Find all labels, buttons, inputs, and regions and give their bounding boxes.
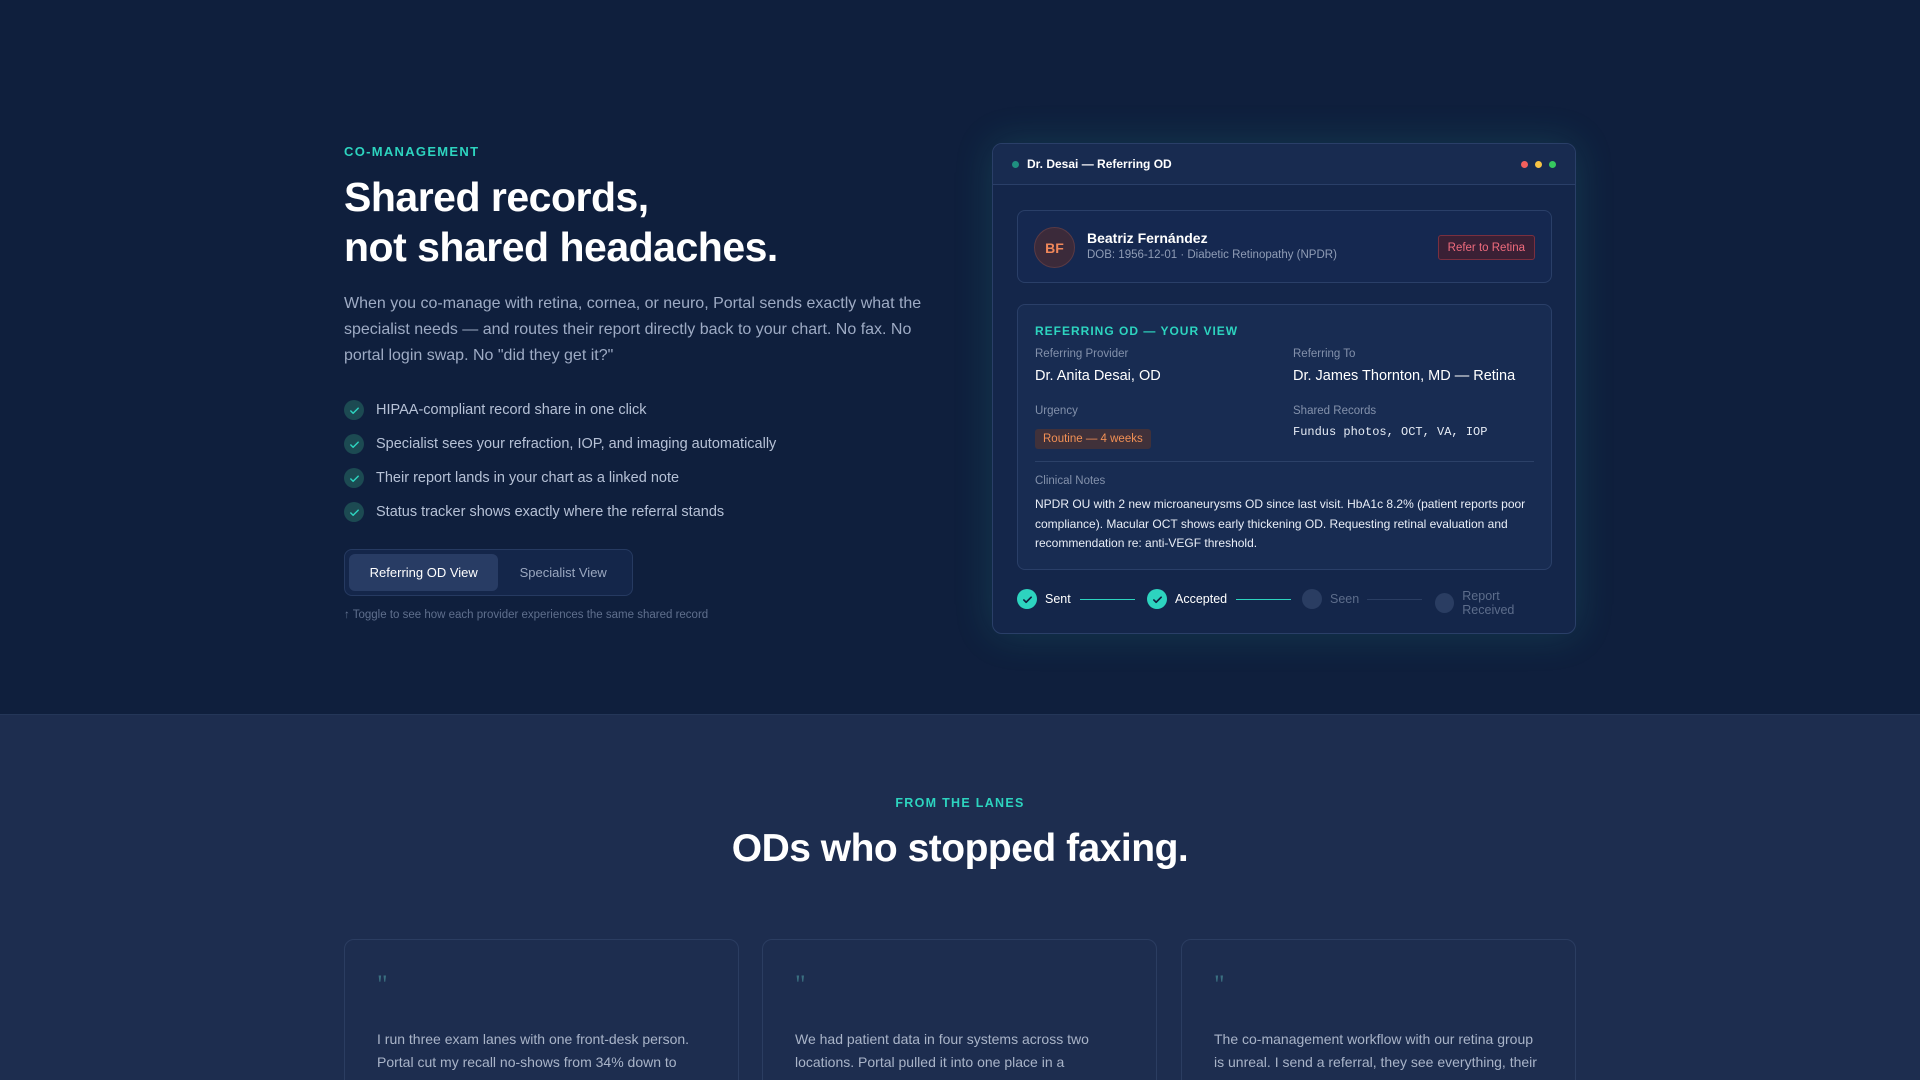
check-circle-icon bbox=[1017, 589, 1037, 609]
card-titlebar: Dr. Desai — Referring OD bbox=[993, 144, 1575, 185]
card-window-title: Dr. Desai — Referring OD bbox=[1027, 157, 1172, 171]
checklist-item: Status tracker shows exactly where the r… bbox=[344, 495, 776, 529]
tracker-step-seen: Seen bbox=[1302, 589, 1359, 609]
section-eyebrow: CO-MANAGEMENT bbox=[344, 144, 480, 159]
clinical-notes-label: Clinical Notes bbox=[1035, 475, 1106, 487]
check-icon bbox=[344, 400, 364, 420]
urgency-badge: Routine — 4 weeks bbox=[1035, 429, 1151, 449]
tracker-step-label: Sent bbox=[1045, 592, 1071, 606]
patient-meta: DOB: 1956-12-01 · Diabetic Retinopathy (… bbox=[1087, 249, 1337, 261]
checklist-item: HIPAA-compliant record share in one clic… bbox=[344, 393, 776, 427]
check-circle-icon bbox=[1147, 589, 1167, 609]
check-icon bbox=[344, 434, 364, 454]
tracker-connector bbox=[1080, 599, 1135, 600]
checklist-text: HIPAA-compliant record share in one clic… bbox=[376, 402, 647, 418]
testimonials-section: FROM THE LANES ODs who stopped faxing. "… bbox=[0, 714, 1920, 1080]
checklist-text: Status tracker shows exactly where the r… bbox=[376, 504, 725, 520]
shared-records-label: Shared Records bbox=[1293, 405, 1377, 417]
testimonial-text: We had patient data in four systems acro… bbox=[795, 1031, 1123, 1080]
headline-line-2: not shared headaches. bbox=[344, 224, 778, 270]
testimonial-text: The co-management workflow with our reti… bbox=[1214, 1031, 1537, 1080]
shared-records-value: Fundus photos, OCT, VA, IOP bbox=[1293, 425, 1488, 439]
referring-od-view-button[interactable]: Referring OD View bbox=[349, 554, 499, 591]
headline-line-1: Shared records, bbox=[344, 174, 649, 220]
referring-to-value: Dr. James Thornton, MD — Retina bbox=[1293, 368, 1516, 384]
referring-to-label: Referring To bbox=[1293, 348, 1356, 360]
check-icon bbox=[344, 468, 364, 488]
pending-circle-icon bbox=[1302, 589, 1322, 609]
minimize-dot-icon bbox=[1535, 160, 1542, 168]
referring-view-panel: REFERRING OD — YOUR VIEW Referring Provi… bbox=[1017, 304, 1552, 570]
testimonials-headline: ODs who stopped faxing. bbox=[731, 827, 1189, 870]
quote-icon: " bbox=[795, 970, 806, 999]
tracker-step-label: Report Received bbox=[1462, 589, 1515, 617]
patient-avatar: BF bbox=[1034, 227, 1075, 268]
testimonial-card: " We had patient data in four systems ac… bbox=[762, 939, 1157, 1080]
section-lead: When you co-manage with retina, cornea, … bbox=[344, 295, 922, 364]
testimonial-card: " The co-management workflow with our re… bbox=[1181, 939, 1576, 1080]
checklist-text: Specialist sees your refraction, IOP, an… bbox=[376, 436, 777, 452]
tracker-step-label: Seen bbox=[1330, 592, 1360, 606]
maximize-dot-icon bbox=[1549, 160, 1556, 168]
clinical-notes-text: NPDR OU with 2 new microaneurysms OD sin… bbox=[1035, 497, 1526, 550]
close-dot-icon bbox=[1521, 160, 1528, 168]
referral-status-tracker: Sent Accepted Seen Report Received bbox=[1017, 589, 1552, 617]
testimonial-card: " I run three exam lanes with one front-… bbox=[344, 939, 739, 1080]
check-icon bbox=[344, 502, 364, 522]
tracker-step-accepted: Accepted bbox=[1147, 589, 1227, 609]
urgency-label: Urgency bbox=[1035, 405, 1078, 417]
panel-title: REFERRING OD — YOUR VIEW bbox=[1035, 324, 1239, 338]
referring-provider-label: Referring Provider bbox=[1035, 348, 1129, 360]
testimonials-eyebrow: FROM THE LANES bbox=[895, 796, 1025, 810]
tracker-step-sent: Sent bbox=[1017, 589, 1071, 609]
window-controls bbox=[1521, 160, 1556, 168]
online-status-icon bbox=[1012, 160, 1019, 168]
checklist-item: Their report lands in your chart as a li… bbox=[344, 461, 776, 495]
quote-icon: " bbox=[1214, 970, 1225, 999]
checklist-text: Their report lands in your chart as a li… bbox=[376, 470, 680, 486]
checklist-item: Specialist sees your refraction, IOP, an… bbox=[344, 427, 776, 461]
testimonial-text: I run three exam lanes with one front-de… bbox=[377, 1031, 702, 1080]
referral-card: Dr. Desai — Referring OD BF Beatriz Fern… bbox=[992, 143, 1576, 634]
patient-name: Beatriz Fernández bbox=[1087, 230, 1208, 246]
tracker-step-report-received: Report Received bbox=[1435, 589, 1552, 617]
tracker-connector bbox=[1367, 599, 1422, 600]
tracker-connector bbox=[1236, 599, 1291, 600]
quote-icon: " bbox=[377, 970, 388, 999]
pending-circle-icon bbox=[1435, 593, 1455, 613]
panel-divider bbox=[1035, 461, 1534, 462]
co-management-section: CO-MANAGEMENT Shared records, not shared… bbox=[0, 0, 1920, 714]
tracker-step-label: Accepted bbox=[1175, 592, 1228, 606]
patient-header: BF Beatriz Fernández DOB: 1956-12-01 · D… bbox=[1017, 210, 1552, 283]
feature-checklist: HIPAA-compliant record share in one clic… bbox=[344, 393, 776, 529]
referring-provider-value: Dr. Anita Desai, OD bbox=[1035, 368, 1161, 384]
view-toggle: Referring OD View Specialist View bbox=[344, 549, 633, 596]
specialist-view-button[interactable]: Specialist View bbox=[498, 554, 628, 591]
toggle-hint: ↑ Toggle to see how each provider experi… bbox=[344, 609, 709, 621]
refer-to-retina-button[interactable]: Refer to Retina bbox=[1437, 235, 1535, 260]
section-headline: Shared records, not shared headaches. bbox=[344, 172, 778, 272]
